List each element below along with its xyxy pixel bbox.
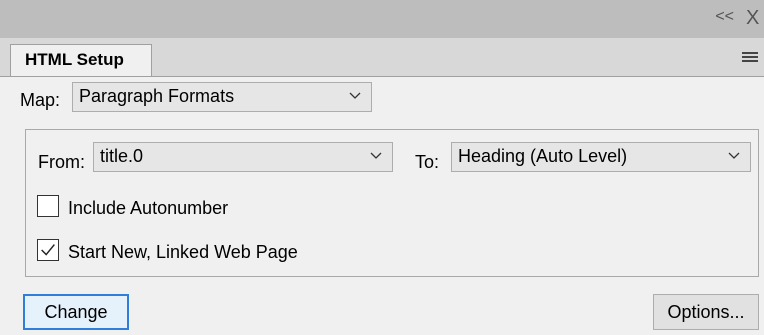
panel-titlebar: << X	[0, 0, 764, 38]
map-select-value: Paragraph Formats	[79, 86, 235, 106]
to-select[interactable]: Heading (Auto Level)	[451, 142, 751, 172]
from-select-value: title.0	[100, 146, 144, 166]
map-select[interactable]: Paragraph Formats	[72, 82, 372, 112]
include-autonumber-checkbox[interactable]	[37, 195, 59, 217]
to-label: To:	[415, 152, 440, 172]
chevron-down-icon	[370, 152, 382, 159]
from-select[interactable]: title.0	[93, 142, 393, 172]
to-select-value: Heading (Auto Level)	[458, 146, 628, 166]
start-new-page-label: Start New, Linked Web Page	[68, 242, 298, 262]
from-label: From:	[38, 152, 85, 172]
panel-menu-icon[interactable]	[742, 52, 758, 64]
checkmark-icon	[41, 244, 55, 256]
options-button[interactable]: Options...	[653, 294, 759, 330]
change-button[interactable]: Change	[23, 294, 129, 330]
tab-html-setup[interactable]: HTML Setup	[10, 44, 152, 76]
map-label: Map:	[20, 90, 61, 110]
close-icon[interactable]: X	[746, 7, 764, 30]
include-autonumber-label: Include Autonumber	[68, 198, 229, 218]
chevron-down-icon	[728, 152, 740, 159]
tab-strip: HTML Setup	[0, 38, 764, 77]
collapse-icon[interactable]: <<	[715, 8, 734, 26]
chevron-down-icon	[349, 92, 361, 99]
start-new-page-checkbox[interactable]	[37, 239, 59, 261]
